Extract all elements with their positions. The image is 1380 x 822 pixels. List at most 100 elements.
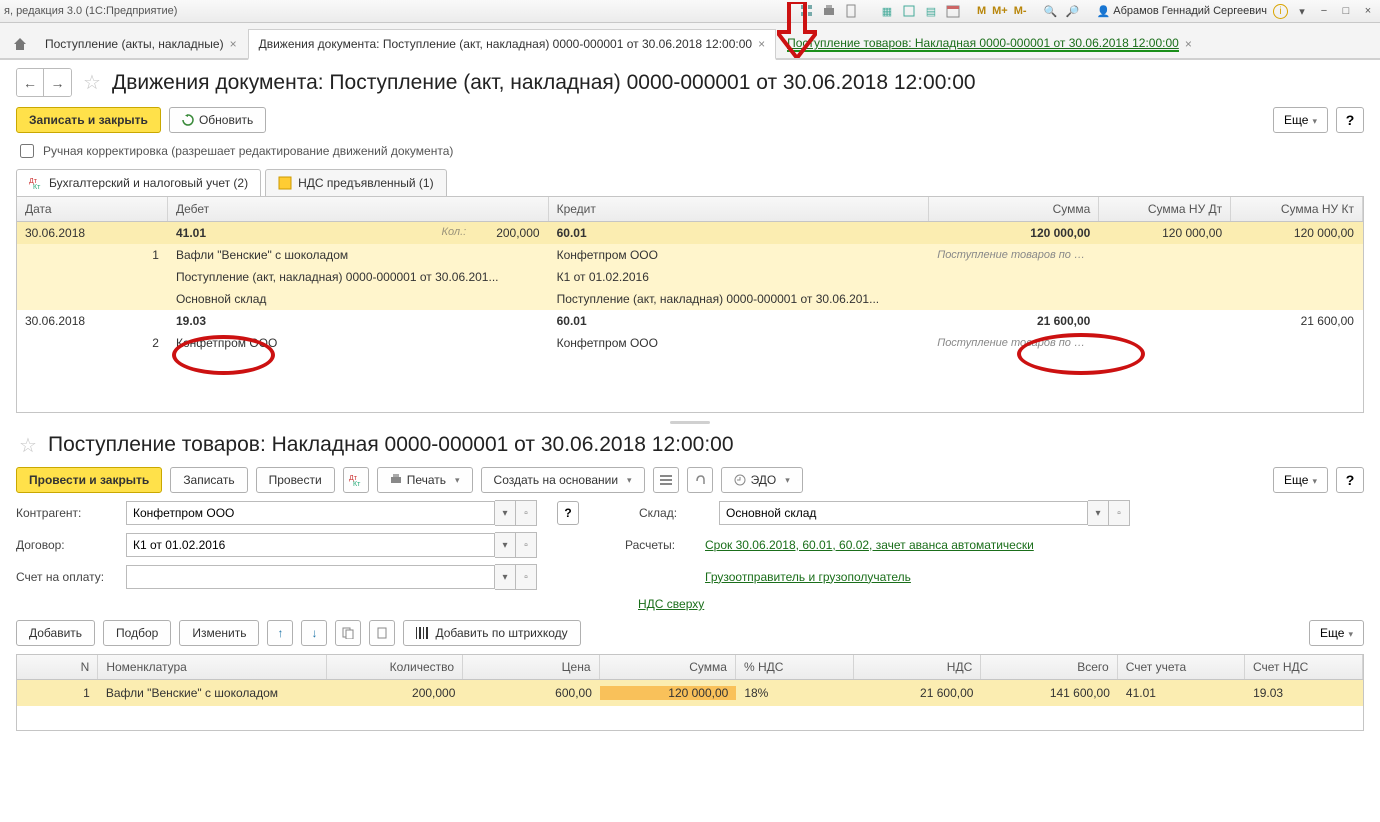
field-help-button[interactable]: ? — [557, 501, 579, 525]
open-button[interactable]: ▫ — [1109, 500, 1130, 526]
minimize-icon[interactable]: − — [1316, 3, 1332, 19]
save-button[interactable]: Записать — [170, 467, 247, 493]
close-icon[interactable]: × — [758, 37, 765, 51]
title-bar: я, редакция 3.0 (1С:Предприятие) ▦ ▤ M M… — [0, 0, 1380, 23]
post-close-button[interactable]: Провести и закрыть — [16, 467, 162, 493]
col-vat-account[interactable]: Счет НДС — [1245, 655, 1363, 679]
form-icon[interactable] — [901, 3, 917, 19]
col-nds-value[interactable]: НДС — [854, 655, 981, 679]
shipper-link[interactable]: Грузоотправитель и грузополучатель — [705, 570, 911, 585]
print-icon[interactable] — [821, 3, 837, 19]
col-nu-dt[interactable]: Сумма НУ Дт — [1099, 197, 1231, 221]
create-basis-button[interactable]: Создать на основании — [481, 467, 645, 493]
refresh-label: Обновить — [199, 113, 253, 127]
col-nomenclature[interactable]: Номенклатура — [98, 655, 326, 679]
counterparty-input[interactable] — [126, 501, 495, 525]
col-debit[interactable]: Дебет — [168, 197, 549, 221]
settlements-link[interactable]: Срок 30.06.2018, 60.01, 60.02, зачет ава… — [705, 538, 1034, 553]
nav-forward-button[interactable]: → — [44, 69, 71, 96]
dropdown-icon[interactable]: ▾ — [1294, 3, 1310, 19]
m-button[interactable]: M — [977, 5, 986, 17]
edo-button[interactable]: ЭДО — [721, 467, 803, 493]
help-button-2[interactable]: ? — [1336, 467, 1364, 493]
tab-receipts[interactable]: Поступление (акты, накладные) × — [34, 29, 248, 58]
home-button[interactable] — [6, 30, 34, 58]
subtab-vat[interactable]: НДС предъявленный (1) — [265, 169, 446, 196]
page-title-2: Поступление товаров: Накладная 0000-0000… — [48, 433, 734, 457]
refresh-button[interactable]: Обновить — [169, 107, 266, 133]
zoom-in-icon[interactable]: 🔍 — [1043, 3, 1059, 19]
dropdown-button[interactable]: ▾ — [495, 532, 516, 558]
col-nu-kt[interactable]: Сумма НУ Кт — [1231, 197, 1363, 221]
col-date[interactable]: Дата — [17, 197, 168, 221]
warehouse-input[interactable] — [719, 501, 1088, 525]
info-icon[interactable]: i — [1273, 4, 1288, 19]
nav-back-button[interactable]: ← — [17, 69, 44, 96]
help-button[interactable]: ? — [1336, 107, 1364, 133]
more-button-2[interactable]: Еще — [1273, 467, 1328, 493]
close-window-icon[interactable]: × — [1360, 3, 1376, 19]
col-sum[interactable]: Сумма — [600, 655, 736, 679]
user-name: Абрамов Геннадий Сергеевич — [1113, 5, 1267, 17]
dropdown-button[interactable]: ▾ — [1088, 500, 1109, 526]
accounting-table: Дата Дебет Кредит Сумма Сумма НУ Дт Сумм… — [16, 196, 1364, 413]
attach-button[interactable] — [687, 467, 713, 493]
open-button[interactable]: ▫ — [516, 500, 537, 526]
dtkt-button[interactable]: ДтКт — [343, 467, 369, 493]
open-button[interactable]: ▫ — [516, 532, 537, 558]
post-button[interactable]: Провести — [256, 467, 335, 493]
refresh-icon — [182, 114, 194, 126]
table-icon[interactable]: ▤ — [923, 3, 939, 19]
print-button[interactable]: Печать — [377, 467, 473, 493]
paste-button[interactable] — [369, 620, 395, 646]
doc-icon[interactable] — [843, 3, 859, 19]
col-credit[interactable]: Кредит — [549, 197, 930, 221]
more-button[interactable]: Еще — [1273, 107, 1328, 133]
calendar-icon[interactable] — [945, 3, 961, 19]
col-sum[interactable]: Сумма — [929, 197, 1099, 221]
save-close-button[interactable]: Записать и закрыть — [16, 107, 161, 133]
col-n[interactable]: N — [17, 655, 98, 679]
user-menu[interactable]: 👤 Абрамов Геннадий Сергеевич — [1097, 5, 1267, 18]
m-minus-button[interactable]: M- — [1014, 5, 1027, 17]
manual-correction-checkbox[interactable] — [20, 144, 34, 158]
printer-icon — [390, 474, 402, 486]
move-up-button[interactable]: ↑ — [267, 620, 293, 646]
col-price[interactable]: Цена — [463, 655, 599, 679]
subtab-accounting[interactable]: ДтКт Бухгалтерский и налоговый учет (2) — [16, 169, 261, 196]
table-row[interactable]: 30.06.2018 41.01 Кол.:200,000 60.01 120 … — [17, 222, 1363, 310]
dropdown-button[interactable]: ▾ — [495, 564, 516, 590]
add-barcode-button[interactable]: Добавить по штрихкоду — [403, 620, 580, 646]
col-qty[interactable]: Количество — [327, 655, 463, 679]
col-account[interactable]: Счет учета — [1118, 655, 1245, 679]
edit-button[interactable]: Изменить — [179, 620, 259, 646]
label-contract: Договор: — [16, 538, 106, 552]
dropdown-button[interactable]: ▾ — [495, 500, 516, 526]
col-total[interactable]: Всего — [981, 655, 1117, 679]
star-icon[interactable]: ☆ — [80, 71, 104, 95]
more-button-3[interactable]: Еще — [1309, 620, 1364, 646]
star-icon[interactable]: ☆ — [16, 433, 40, 457]
calc-icon[interactable]: ▦ — [879, 3, 895, 19]
copy-button[interactable] — [335, 620, 361, 646]
col-nds-rate[interactable]: % НДС — [736, 655, 854, 679]
close-icon[interactable]: × — [1185, 37, 1192, 51]
pick-button[interactable]: Подбор — [103, 620, 171, 646]
m-plus-button[interactable]: M+ — [992, 5, 1008, 17]
goods-table: N Номенклатура Количество Цена Сумма % Н… — [16, 654, 1364, 731]
contract-input[interactable] — [126, 533, 495, 557]
goods-row[interactable]: 1 Вафли "Венские" с шоколадом 200,000 60… — [17, 680, 1363, 706]
maximize-icon[interactable]: □ — [1338, 3, 1354, 19]
move-down-button[interactable]: ↓ — [301, 620, 327, 646]
open-button[interactable]: ▫ — [516, 564, 537, 590]
tab-movements[interactable]: Движения документа: Поступление (акт, на… — [248, 29, 777, 60]
list-button[interactable] — [653, 467, 679, 493]
close-icon[interactable]: × — [230, 37, 237, 51]
tab-label: Поступление (акты, накладные) — [45, 37, 224, 51]
vat-mode-link[interactable]: НДС сверху — [638, 597, 704, 612]
zoom-out-icon[interactable]: 🔎 — [1065, 3, 1081, 19]
table-row[interactable]: 30.06.2018 19.03 60.01 21 600,00 21 600,… — [17, 310, 1363, 354]
add-button[interactable]: Добавить — [16, 620, 95, 646]
tab-goods-receipt[interactable]: Поступление товаров: Накладная 0000-0000… — [776, 29, 1203, 58]
invoice-input[interactable] — [126, 565, 495, 589]
